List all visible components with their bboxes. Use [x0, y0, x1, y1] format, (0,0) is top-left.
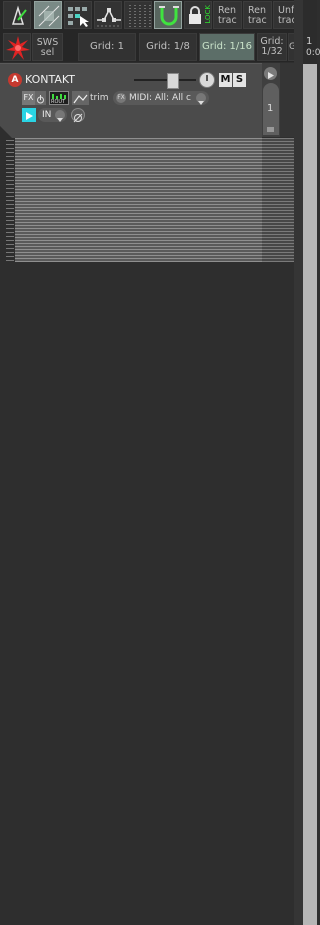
- phase-invert-icon[interactable]: [71, 108, 85, 123]
- track-meter-strip: 1: [262, 63, 280, 137]
- arrange-view-edge: [294, 0, 303, 925]
- vertical-scrollbar[interactable]: [303, 64, 317, 925]
- grid-1-32-button[interactable]: Grid: 1/32: [257, 33, 287, 61]
- route-label: ROUT: [51, 99, 66, 105]
- solo-button[interactable]: S: [233, 73, 246, 87]
- grid-toolbar: SWS sel Grid: 1 Grid: 1/8 Grid: 1/16 Gri…: [0, 32, 317, 62]
- track-right-gutter: [280, 63, 294, 137]
- trim-label[interactable]: trim: [90, 91, 109, 105]
- envelope-select-icon[interactable]: [64, 1, 92, 29]
- lock-label: LOCK: [204, 5, 212, 24]
- fx-bypass-icon[interactable]: [35, 91, 46, 105]
- media-item-lanes[interactable]: [15, 138, 262, 262]
- media-item-lanes-right[interactable]: [262, 138, 294, 262]
- render-track-button-2[interactable]: Ren trac: [243, 1, 272, 29]
- chevron-down-icon: [196, 93, 206, 105]
- action-burst-icon[interactable]: [3, 33, 31, 61]
- chevron-down-icon: [55, 110, 65, 122]
- track-record-arm-badge[interactable]: A: [8, 73, 22, 87]
- snap-icon[interactable]: [34, 1, 62, 29]
- lock-icon[interactable]: LOCK: [184, 1, 212, 29]
- render-track-button-1[interactable]: Ren trac: [213, 1, 242, 29]
- track-corner: [0, 126, 12, 138]
- automation-icon[interactable]: [94, 1, 122, 29]
- track-drag-handle[interactable]: [6, 140, 14, 262]
- volume-slider-track[interactable]: [134, 79, 196, 81]
- grid-1-8-button[interactable]: Grid: 1/8: [139, 33, 197, 61]
- midi-input-label: MIDI: All: All c: [129, 93, 191, 103]
- pan-knob-icon[interactable]: [199, 72, 215, 88]
- route-button[interactable]: ROUT: [49, 91, 69, 105]
- grid-lines-icon[interactable]: [124, 1, 152, 29]
- metronome-icon[interactable]: [3, 1, 31, 29]
- ruler-mark: 1: [306, 36, 313, 47]
- input-select[interactable]: IN: [38, 108, 67, 122]
- track-number-tab[interactable]: 1: [263, 83, 279, 135]
- mute-button[interactable]: M: [219, 73, 232, 87]
- midi-input-select[interactable]: FX MIDI: All: All c: [113, 91, 209, 105]
- grid-1-button[interactable]: Grid: 1: [78, 33, 136, 61]
- fx-button[interactable]: FX: [22, 91, 35, 105]
- volume-slider-knob[interactable]: [167, 73, 179, 89]
- main-toolbar: LOCK Ren trac Ren trac Unf trac: [0, 0, 317, 32]
- unfreeze-track-button[interactable]: Unf trac: [273, 1, 295, 29]
- loop-magnet-icon[interactable]: [154, 1, 182, 29]
- input-label: IN: [42, 110, 52, 120]
- envelope-icon[interactable]: [72, 91, 89, 105]
- record-monitor-button[interactable]: [22, 108, 36, 122]
- sws-select-button[interactable]: SWS sel: [32, 33, 63, 61]
- folder-icon: [267, 127, 274, 132]
- ruler-time: 0:0: [306, 48, 320, 58]
- track-control-panel[interactable]: A KONTAKT M S FX ROUT trim FX MIDI: All:…: [0, 63, 262, 138]
- track-name[interactable]: KONTAKT: [25, 72, 135, 87]
- play-icon[interactable]: [264, 67, 277, 80]
- grid-1-16-button[interactable]: Grid: 1/16: [199, 33, 255, 61]
- track-number: 1: [267, 103, 274, 114]
- midi-input-icon: FX: [116, 93, 126, 103]
